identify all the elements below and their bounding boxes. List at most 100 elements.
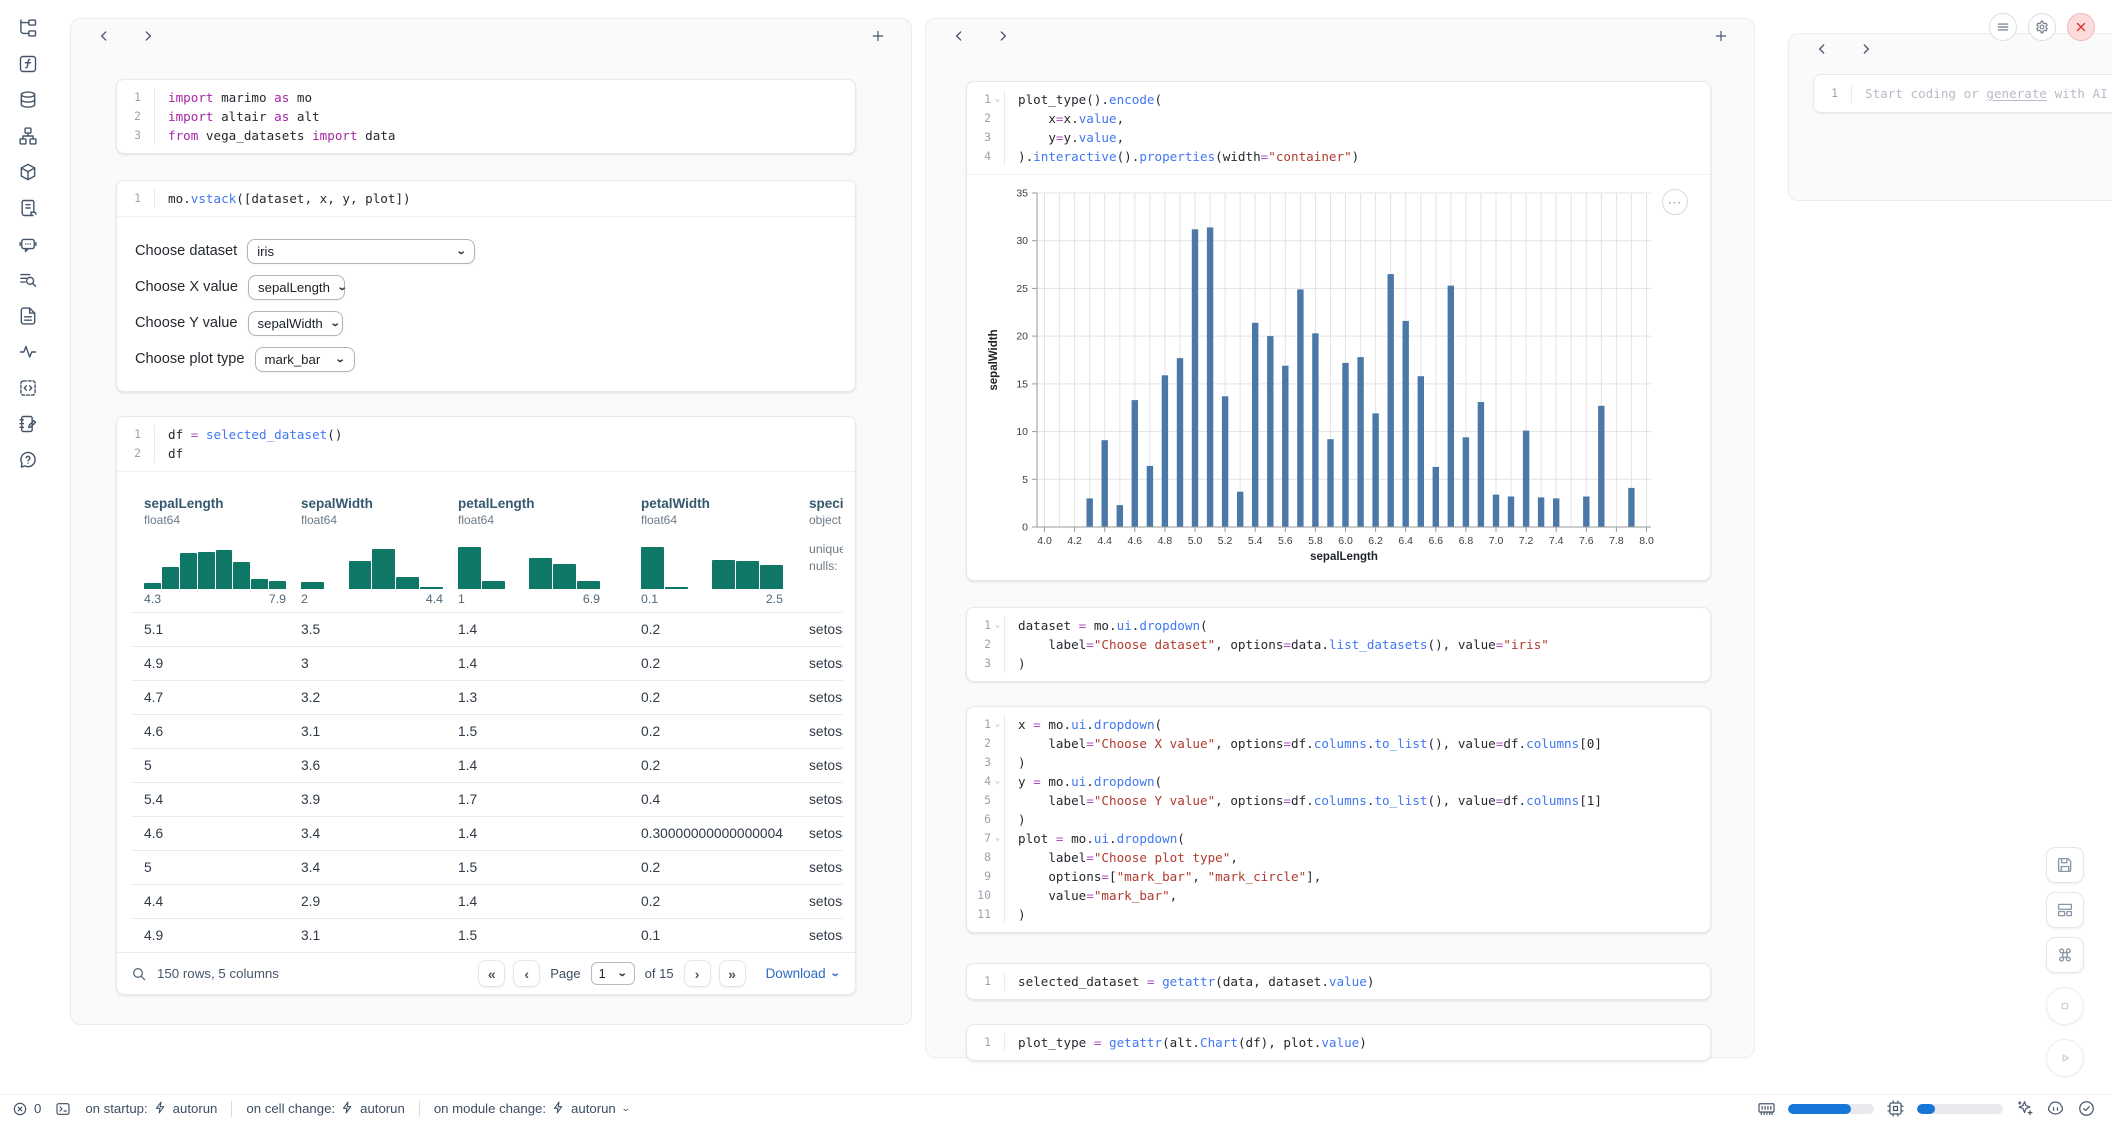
chart-actions-menu-icon[interactable]: ⋯ <box>1662 189 1688 215</box>
table-row[interactable]: 53.41.50.2setosa <box>131 850 843 884</box>
table-column-header[interactable]: speciesobjectunique:nulls: <box>796 486 843 612</box>
close-icon[interactable] <box>2067 13 2095 41</box>
code-token: value <box>1321 1035 1359 1050</box>
chevron-right-icon[interactable] <box>1857 40 1875 58</box>
cell-imports[interactable]: 1import marimo as mo2import altair as al… <box>116 79 856 154</box>
ai-chat-icon[interactable] <box>18 234 38 254</box>
generate-link[interactable]: generate <box>1986 86 2047 101</box>
help-icon[interactable] <box>18 450 38 470</box>
datasources-icon[interactable] <box>18 90 38 110</box>
column-left-header <box>71 19 911 53</box>
table-column-header[interactable]: petalWidthfloat640.12.5 <box>628 486 796 612</box>
fold-chevron-icon[interactable]: ⌄ <box>991 616 1004 635</box>
dropdown-select[interactable]: mark_bar⌄ <box>255 347 355 372</box>
runtime-config-item[interactable]: on module change:autorun⌄ <box>434 1101 629 1117</box>
terminal-icon[interactable] <box>55 1101 71 1117</box>
plus-icon[interactable] <box>1712 27 1730 45</box>
chevron-left-icon[interactable] <box>1813 40 1831 58</box>
gear-icon[interactable] <box>2028 13 2056 41</box>
left-icon-sidebar <box>0 0 56 1094</box>
column-histogram[interactable] <box>144 539 286 589</box>
table-row[interactable]: 53.61.40.2setosa <box>131 748 843 782</box>
search-icon[interactable] <box>131 966 147 982</box>
dependency-graph-icon[interactable] <box>18 126 38 146</box>
prev-page-button[interactable]: ‹ <box>513 960 540 987</box>
table-column-header[interactable]: sepalLengthfloat644.37.9 <box>131 486 288 612</box>
column-histogram[interactable] <box>458 539 600 589</box>
dropdown-select[interactable]: sepalWidth⌄ <box>248 311 343 336</box>
file-explorer-icon[interactable] <box>18 18 38 38</box>
tracing-icon[interactable] <box>18 342 38 362</box>
cell-xy-plot-dropdowns[interactable]: 1⌄x = mo.ui.dropdown(2 label="Choose X v… <box>966 706 1711 933</box>
packages-icon[interactable] <box>18 162 38 182</box>
table-column-header[interactable]: sepalWidthfloat6424.4 <box>288 486 445 612</box>
save-icon[interactable] <box>2046 847 2084 883</box>
next-page-button[interactable]: › <box>684 960 711 987</box>
cell-vstack[interactable]: 1mo.vstack([dataset, x, y, plot]) Choose… <box>116 180 856 392</box>
first-page-button[interactable]: « <box>478 960 505 987</box>
stop-button[interactable] <box>2046 987 2084 1025</box>
table-scroll-area[interactable]: sepalLengthfloat644.37.9sepalWidthfloat6… <box>131 486 843 952</box>
dropdown-select[interactable]: iris⌄ <box>247 239 475 264</box>
code-token: value <box>1079 111 1117 126</box>
logs-search-icon[interactable] <box>18 270 38 290</box>
histogram-bar <box>641 547 664 589</box>
dropdown-select[interactable]: sepalLength⌄ <box>248 275 345 300</box>
cell-dataset-dropdown[interactable]: 1⌄dataset = mo.ui.dropdown(2 label="Choo… <box>966 607 1711 682</box>
table-row[interactable]: 4.931.40.2setosa <box>131 646 843 680</box>
layout-grid-icon[interactable] <box>2046 892 2084 928</box>
functions-icon[interactable] <box>18 54 38 74</box>
documentation-icon[interactable] <box>18 306 38 326</box>
table-row[interactable]: 5.13.51.40.2setosa <box>131 612 843 646</box>
fold-chevron-icon[interactable]: ⌄ <box>991 715 1004 734</box>
table-row[interactable]: 4.73.21.30.2setosa <box>131 680 843 714</box>
cell-selected-dataset[interactable]: 1selected_dataset = getattr(data, datase… <box>966 963 1711 1000</box>
table-column-header[interactable]: petalLengthfloat6416.9 <box>445 486 628 612</box>
code-token: "Choose plot type" <box>1094 850 1230 865</box>
copilot-icon[interactable] <box>2046 1099 2065 1118</box>
table-row[interactable]: 4.93.11.50.1setosa <box>131 918 843 952</box>
table-row[interactable]: 4.42.91.40.2setosa <box>131 884 843 918</box>
sparkles-icon[interactable] <box>2015 1099 2034 1118</box>
chevron-right-icon[interactable] <box>994 27 1012 45</box>
table-row[interactable]: 5.43.91.70.4setosa <box>131 782 843 816</box>
fold-chevron-icon[interactable]: ⌄ <box>991 829 1004 848</box>
histogram-range: 4.37.9 <box>144 592 286 606</box>
altair-bar-chart[interactable]: 051015202530354.04.24.44.64.85.05.25.45.… <box>979 179 1692 572</box>
table-row[interactable]: 4.63.11.50.2setosa <box>131 714 843 748</box>
error-count-indicator[interactable]: 0 <box>12 1101 41 1117</box>
chevron-right-icon[interactable] <box>139 27 157 45</box>
runtime-config-item[interactable]: on startup:autorun <box>85 1101 217 1117</box>
cell-dataframe[interactable]: 1df = selected_dataset()2df sepalLengthf… <box>116 416 856 995</box>
fold-chevron-icon[interactable]: ⌄ <box>991 90 1004 109</box>
code-line: 1plot_type = getattr(alt.Chart(df), plot… <box>967 1033 1710 1052</box>
code-token: x. <box>1064 111 1079 126</box>
cell-plot-type[interactable]: 1plot_type = getattr(alt.Chart(df), plot… <box>966 1024 1711 1061</box>
download-button[interactable]: Download⌄ <box>766 966 839 981</box>
code-token: to_list <box>1374 736 1427 751</box>
svg-text:5.4: 5.4 <box>1248 535 1263 547</box>
scratchpad-icon[interactable] <box>18 414 38 434</box>
last-page-button[interactable]: » <box>719 960 746 987</box>
scroll-log-icon[interactable] <box>18 198 38 218</box>
run-button[interactable] <box>2046 1039 2084 1077</box>
column-histogram[interactable] <box>641 539 783 589</box>
scratchpad-cell[interactable]: 1 Start coding or generate with AI <box>1813 74 2112 113</box>
column-histogram[interactable] <box>301 539 443 589</box>
table-row[interactable]: 4.63.41.40.30000000000000004setosa <box>131 816 843 850</box>
keyboard-shortcuts-icon[interactable] <box>2046 937 2084 973</box>
cell-plot[interactable]: 1⌄plot_type().encode(2 x=x.value,3 y=y.v… <box>966 81 1711 581</box>
chart-svg[interactable]: 051015202530354.04.24.44.64.85.05.25.45.… <box>979 179 1674 567</box>
fold-chevron-icon[interactable]: ⌄ <box>991 772 1004 791</box>
scratchpad-placeholder[interactable]: Start coding or generate with AI <box>1852 84 2108 103</box>
snippets-icon[interactable] <box>18 378 38 398</box>
menu-icon[interactable] <box>1989 13 2017 41</box>
page-select[interactable]: 1⌄ <box>591 962 635 985</box>
chevron-left-icon[interactable] <box>95 27 113 45</box>
check-circle-icon[interactable] <box>2077 1099 2096 1118</box>
runtime-config-item[interactable]: on cell change:autorun <box>246 1101 404 1117</box>
plus-icon[interactable] <box>869 27 887 45</box>
line-number: 1 <box>1818 84 1838 103</box>
chevron-left-icon[interactable] <box>950 27 968 45</box>
code-line: 1⌄plot_type().encode( <box>967 90 1710 109</box>
